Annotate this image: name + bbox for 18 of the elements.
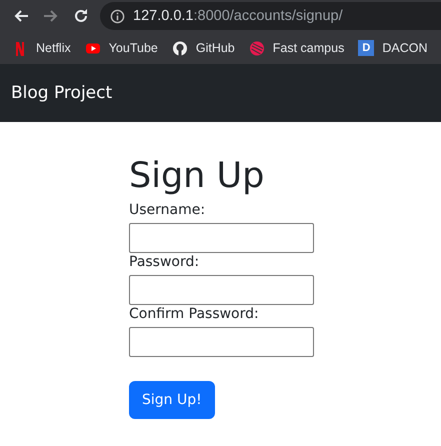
brand-link[interactable]: Blog Project (11, 83, 112, 103)
page-title: Sign Up (129, 155, 264, 197)
sign-up-button[interactable]: Sign Up! (129, 381, 215, 419)
bookmark-link[interactable]: Netflix (12, 40, 71, 56)
input-field[interactable] (129, 275, 314, 305)
bookmark-link[interactable]: D DACON (358, 40, 428, 56)
field-label: Username: (129, 202, 206, 219)
bookmark-link[interactable]: YouTube (84, 40, 158, 56)
bookmark-link[interactable]: Fast campus (248, 40, 344, 56)
address-bar[interactable]: 127.0.0.1:8000/accounts/signup/ (100, 2, 441, 30)
striped-circle-icon (248, 40, 265, 56)
input-field[interactable] (129, 327, 314, 357)
field-label: Password: (129, 254, 200, 271)
field-label: Confirm Password: (129, 306, 259, 323)
info-icon (110, 8, 125, 24)
bookmark-link[interactable]: GitHub (172, 40, 235, 56)
input-field[interactable] (129, 223, 314, 253)
letter-logo-icon: D (358, 40, 374, 56)
